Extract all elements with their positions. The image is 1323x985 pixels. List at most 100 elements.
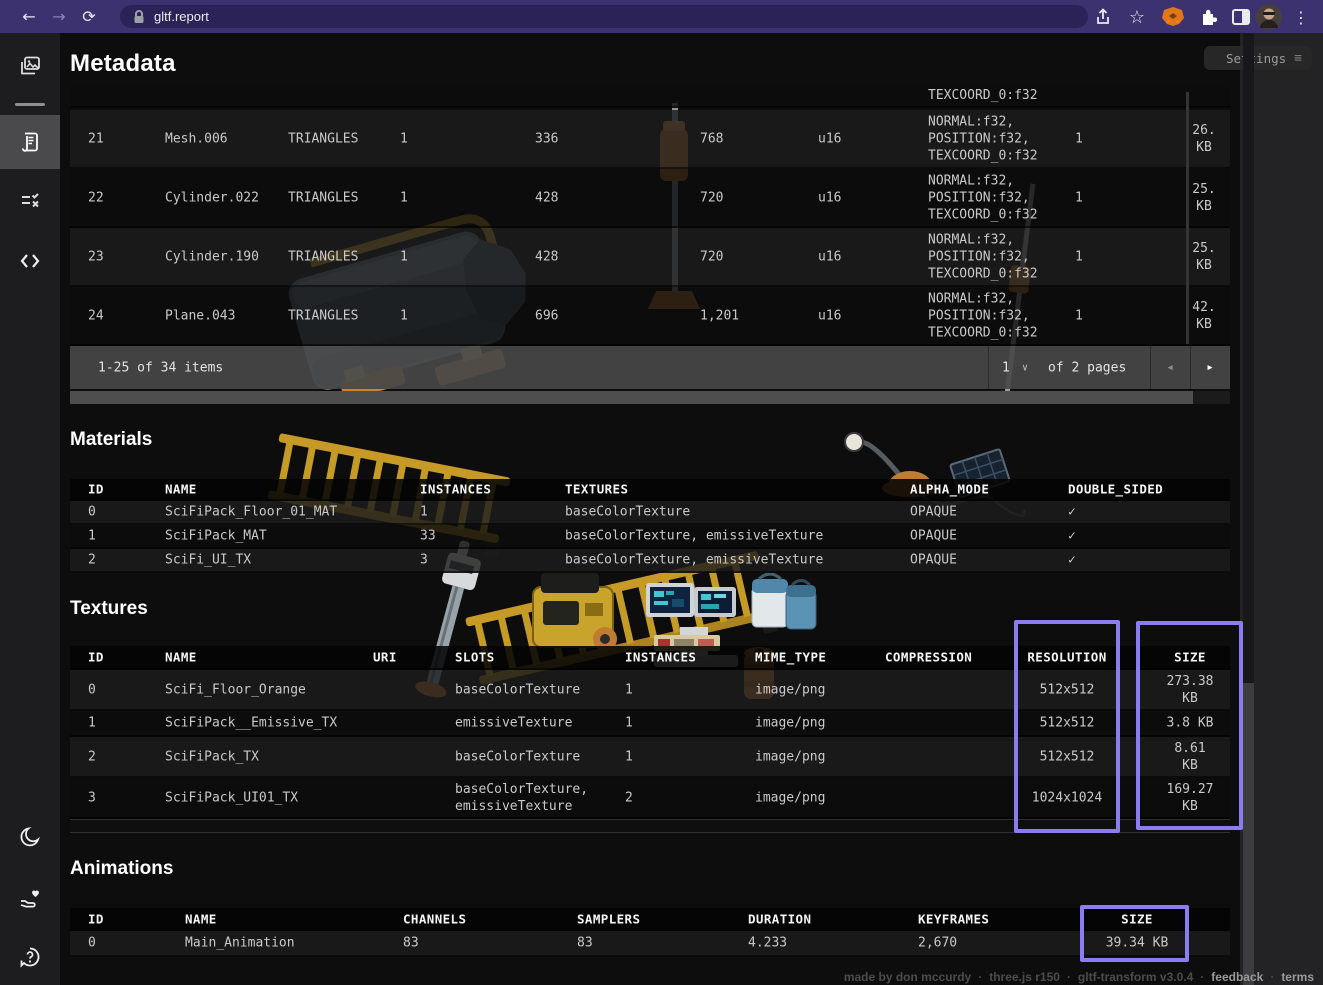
cell: NORMAL:f32, POSITION:f32, TEXCOORD_0:f32	[928, 290, 1078, 341]
column-header: INSTANCES	[625, 650, 685, 665]
bookmark-star-icon[interactable]: ☆	[1124, 4, 1150, 30]
cell: 33	[420, 527, 530, 544]
side-panel-icon[interactable]	[1228, 4, 1254, 30]
checklist-icon	[19, 190, 41, 212]
cell: baseColorTexture, emissiveTexture	[455, 780, 615, 814]
cell: 1	[420, 503, 530, 520]
cell: 2	[88, 748, 132, 765]
column-header: KEYFRAMES	[918, 911, 1028, 926]
sidebar-divider	[15, 103, 45, 106]
cell: SciFi_Floor_Orange	[165, 681, 365, 698]
back-button[interactable]: ←	[14, 7, 44, 26]
moon-icon	[19, 826, 41, 848]
page-scrollbar-thumb[interactable]	[1243, 683, 1254, 985]
settings-label: Settings	[1226, 51, 1286, 66]
sidebar-item-help[interactable]	[19, 946, 41, 968]
table-header-row: IDNAMEINSTANCESTEXTURESALPHA_MODEDOUBLE_…	[70, 479, 1230, 501]
animations-table: IDNAMECHANNELSSAMPLERSDURATIONKEYFRAMESS…	[70, 908, 1230, 957]
table-row: 24Plane.043TRIANGLES16961,201u16NORMAL:f…	[70, 287, 1230, 346]
extensions-puzzle-icon[interactable]	[1194, 4, 1220, 30]
table-row: 23Cylinder.190TRIANGLES1428720u16NORMAL:…	[70, 228, 1230, 287]
cell: 336	[535, 130, 605, 147]
meshes-scrollbar[interactable]	[1186, 92, 1189, 344]
cell: Main_Animation	[185, 934, 385, 951]
sidebar-item-report[interactable]	[19, 131, 41, 153]
page-select[interactable]: 1	[1002, 360, 1010, 375]
footer-separator: ·	[1200, 970, 1204, 984]
footer-credit: made by don mccurdy	[844, 970, 971, 984]
column-header: DOUBLE_SIDED	[1068, 482, 1208, 497]
cell: 1	[1075, 248, 1105, 265]
cell: OPAQUE	[910, 551, 1030, 568]
prev-page-button[interactable]: ◂	[1150, 346, 1190, 389]
feedback-link[interactable]: feedback	[1211, 970, 1263, 984]
address-bar[interactable]: gltf.report	[120, 5, 1088, 28]
code-icon	[19, 250, 41, 272]
footer-separator: ·	[1067, 970, 1071, 984]
cell: 22	[88, 189, 132, 206]
forward-button[interactable]: →	[44, 7, 74, 26]
table-header-row: IDNAMECHANNELSSAMPLERSDURATIONKEYFRAMESS…	[70, 908, 1230, 931]
cell: 83	[577, 934, 687, 951]
chevron-down-icon[interactable]: ∨	[1022, 362, 1028, 373]
cell: NORMAL:f32, POSITION:f32, TEXCOORD_0:f32	[928, 231, 1078, 282]
materials-table: IDNAMEINSTANCESTEXTURESALPHA_MODEDOUBLE_…	[70, 479, 1230, 573]
cell: 720	[700, 248, 770, 265]
metamask-extension-icon[interactable]	[1160, 4, 1186, 30]
cell: 0	[88, 503, 132, 520]
share-icon[interactable]	[1090, 4, 1116, 30]
cell: image/png	[755, 748, 855, 765]
browser-menu-icon[interactable]: ⋮	[1288, 4, 1314, 30]
cell: OPAQUE	[910, 527, 1030, 544]
meshes-table: 21Mesh.006TRIANGLES1336768u16NORMAL:f32,…	[70, 110, 1230, 346]
table-row: 2SciFi_UI_TX3baseColorTexture, emissiveT…	[70, 549, 1230, 573]
settings-button[interactable]: Settings ≡	[1204, 46, 1312, 70]
column-header: NAME	[165, 650, 365, 665]
cell: 428	[535, 189, 605, 206]
cell: SciFiPack_UI01_TX	[165, 789, 365, 806]
column-header: INSTANCES	[420, 482, 530, 497]
sidebar	[0, 33, 60, 985]
sidebar-item-script[interactable]	[19, 250, 41, 272]
meshes-clipped-row: TEXCOORD_0:f32	[70, 86, 1230, 108]
cell: baseColorTexture	[565, 503, 895, 520]
reload-button[interactable]: ⟳	[74, 7, 104, 26]
column-header: CHANNELS	[403, 911, 513, 926]
cell: TRIANGLES	[288, 248, 398, 265]
table-row: 0 SciFiPack_Floor_01_MAT 1 baseColorTexture…	[70, 501, 1230, 525]
pagination-summary: 1-25 of 34 items	[98, 360, 223, 375]
sidebar-item-theme[interactable]	[19, 826, 41, 848]
meshes-hscrollbar-track[interactable]	[70, 391, 1230, 404]
profile-avatar[interactable]	[1256, 4, 1282, 30]
column-header: NAME	[165, 482, 395, 497]
cell: ✓	[1068, 503, 1208, 520]
sidebar-item-donate[interactable]	[19, 887, 41, 909]
cell: 768	[700, 130, 770, 147]
sidebar-item-viewer[interactable]	[19, 55, 41, 77]
animations-section-title: Animations	[70, 858, 173, 880]
cell: u16	[818, 189, 868, 206]
url-text: gltf.report	[154, 9, 209, 24]
cell: 1	[1075, 307, 1105, 324]
cell: 428	[535, 248, 605, 265]
cell: SciFi_UI_TX	[165, 551, 395, 568]
next-page-button[interactable]: ▸	[1190, 346, 1230, 389]
cell: 2	[625, 789, 685, 806]
cell: 24	[88, 307, 132, 324]
cell: baseColorTexture, emissiveTexture	[565, 527, 895, 544]
column-header: DURATION	[748, 911, 858, 926]
cell: 696	[535, 307, 605, 324]
cell: 3	[88, 789, 132, 806]
cell: ✓	[1068, 551, 1208, 568]
sidebar-item-validation[interactable]	[19, 190, 41, 212]
cell: 1	[625, 748, 685, 765]
annotation-box-resolution-column	[1014, 620, 1120, 833]
cell: baseColorTexture	[455, 748, 615, 765]
meshes-hscrollbar-thumb[interactable]	[70, 391, 1193, 404]
cell: TEXCOORD_0:f32	[928, 88, 1038, 103]
hand-heart-icon	[19, 887, 41, 909]
cell: NORMAL:f32, POSITION:f32, TEXCOORD_0:f32	[928, 113, 1078, 164]
terms-link[interactable]: terms	[1281, 970, 1314, 984]
cell: u16	[818, 307, 868, 324]
cell: SciFiPack_Floor_01_MAT	[165, 503, 395, 520]
